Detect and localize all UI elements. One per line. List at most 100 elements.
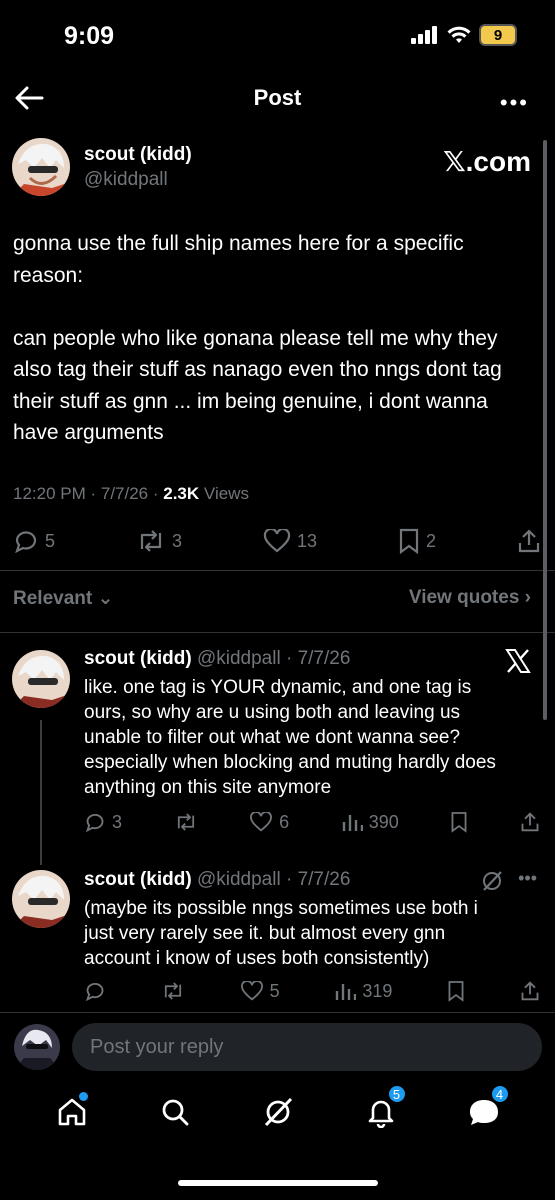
repost-button[interactable] xyxy=(161,981,185,1001)
reply-author-handle[interactable]: @kiddpall xyxy=(197,648,281,669)
views-button[interactable]: 390 xyxy=(341,812,399,833)
reply-text: (maybe its possible nngs sometimes use b… xyxy=(84,898,478,969)
divider xyxy=(0,632,555,633)
views-label: Views xyxy=(203,484,249,503)
heart-icon xyxy=(263,529,291,553)
divider xyxy=(0,570,555,571)
thread-line xyxy=(40,720,42,865)
bookmark-icon xyxy=(451,812,467,833)
relevant-filter[interactable]: Relevant ⌄ xyxy=(13,587,113,610)
repost-icon xyxy=(164,982,181,1000)
reply-header: scout (kidd) @kiddpall · 7/7/26 xyxy=(84,869,351,890)
share-icon xyxy=(521,981,539,1001)
post-time: 12:20 PM xyxy=(13,484,86,503)
page-title: Post xyxy=(253,85,302,110)
reply-icon xyxy=(85,813,104,832)
reply-count: 3 xyxy=(112,811,123,832)
post-meta: 12:20 PM · 7/7/26 · 2.3K Views xyxy=(13,484,249,503)
like-button[interactable]: 13 xyxy=(263,529,317,553)
author-name[interactable]: scout (kidd) xyxy=(84,144,192,166)
signal-icon xyxy=(411,26,437,44)
views-count: 2.3K xyxy=(163,484,200,503)
share-button[interactable] xyxy=(520,811,540,833)
view-quotes-label: View quotes xyxy=(408,587,520,608)
avatar[interactable] xyxy=(12,138,70,196)
reply-author-name[interactable]: scout (kidd) xyxy=(84,869,192,890)
more-options-icon[interactable]: ••• xyxy=(500,90,529,116)
share-icon xyxy=(518,529,540,553)
tab-messages[interactable]: 4 xyxy=(462,1084,510,1134)
reply-actions: 3 6 390 xyxy=(84,811,540,833)
reply-input[interactable]: Post your reply xyxy=(72,1023,542,1071)
reply-icon xyxy=(85,982,104,1001)
post-date: 7/7/26 xyxy=(100,484,149,503)
heart-icon xyxy=(240,981,263,1001)
repost-icon xyxy=(140,530,162,552)
reply-button[interactable]: 3 xyxy=(84,812,122,833)
status-time: 9:09 xyxy=(64,22,115,50)
bookmark-icon xyxy=(448,981,464,1002)
tab-bar: 5 4 xyxy=(0,1084,555,1134)
share-button[interactable] xyxy=(520,980,540,1002)
reply-count: 5 xyxy=(45,530,56,551)
grok-icon xyxy=(264,1097,292,1127)
bookmark-button[interactable]: 2 xyxy=(398,528,436,554)
avatar[interactable] xyxy=(12,870,70,928)
relevant-label: Relevant xyxy=(13,588,93,609)
tab-notifications[interactable]: 5 xyxy=(359,1084,407,1134)
divider xyxy=(0,1012,555,1013)
grok-icon[interactable] xyxy=(481,870,503,892)
bookmark-button[interactable] xyxy=(450,811,468,833)
repost-icon xyxy=(177,813,194,831)
scrollbar[interactable] xyxy=(543,140,547,720)
author-handle[interactable]: @kiddpall xyxy=(84,169,168,191)
avatar[interactable] xyxy=(12,650,70,708)
heart-icon xyxy=(250,812,273,832)
like-count: 13 xyxy=(296,530,317,551)
tab-grok[interactable] xyxy=(256,1090,300,1134)
wifi-icon xyxy=(447,26,471,43)
reply-text: like. one tag is YOUR dynamic, and one t… xyxy=(84,677,496,798)
bookmark-count: 2 xyxy=(425,530,436,551)
reply-icon xyxy=(15,531,37,553)
my-avatar[interactable] xyxy=(14,1024,60,1070)
reply-author-name[interactable]: scout (kidd) xyxy=(84,648,192,669)
source-badge: 𝕏.com xyxy=(443,146,531,177)
view-quotes-link[interactable]: View quotes › xyxy=(409,587,531,609)
share-button[interactable] xyxy=(517,528,541,554)
reply-author-handle[interactable]: @kiddpall xyxy=(197,869,281,890)
tab-home[interactable] xyxy=(50,1090,94,1134)
reply-date: 7/7/26 xyxy=(297,869,351,890)
notifications-badge: 5 xyxy=(386,1084,407,1104)
status-icons: 9 xyxy=(411,24,517,46)
post-text: gonna use the full ship names here for a… xyxy=(13,232,502,444)
reply-button[interactable] xyxy=(84,981,106,1001)
x-logo-icon xyxy=(505,649,531,673)
views-icon xyxy=(342,815,363,831)
repost-button[interactable]: 3 xyxy=(136,529,182,553)
battery-indicator: 9 xyxy=(479,24,517,46)
like-count: 5 xyxy=(269,980,280,1001)
like-button[interactable]: 5 xyxy=(240,981,280,1002)
repost-button[interactable] xyxy=(174,812,198,832)
tab-search[interactable] xyxy=(153,1090,197,1134)
views-count: 390 xyxy=(368,811,399,832)
views-button[interactable]: 319 xyxy=(334,981,392,1002)
bookmark-button[interactable] xyxy=(447,980,465,1002)
post-actions: 5 3 13 2 xyxy=(13,528,541,554)
views-icon xyxy=(336,984,357,1000)
share-icon xyxy=(521,812,539,832)
search-icon xyxy=(162,1099,188,1126)
reply-button[interactable]: 5 xyxy=(13,529,55,553)
views-count: 319 xyxy=(362,980,393,1001)
home-unread-dot xyxy=(78,1092,88,1101)
like-count: 6 xyxy=(279,811,290,832)
repost-count: 3 xyxy=(171,530,182,551)
reply-date: 7/7/26 xyxy=(297,648,351,669)
messages-badge: 4 xyxy=(489,1084,510,1104)
home-indicator xyxy=(178,1180,378,1186)
more-options-icon[interactable]: ••• xyxy=(518,868,537,889)
like-button[interactable]: 6 xyxy=(249,812,289,833)
reply-actions: 5 319 xyxy=(84,980,540,1002)
bookmark-icon xyxy=(399,528,419,554)
